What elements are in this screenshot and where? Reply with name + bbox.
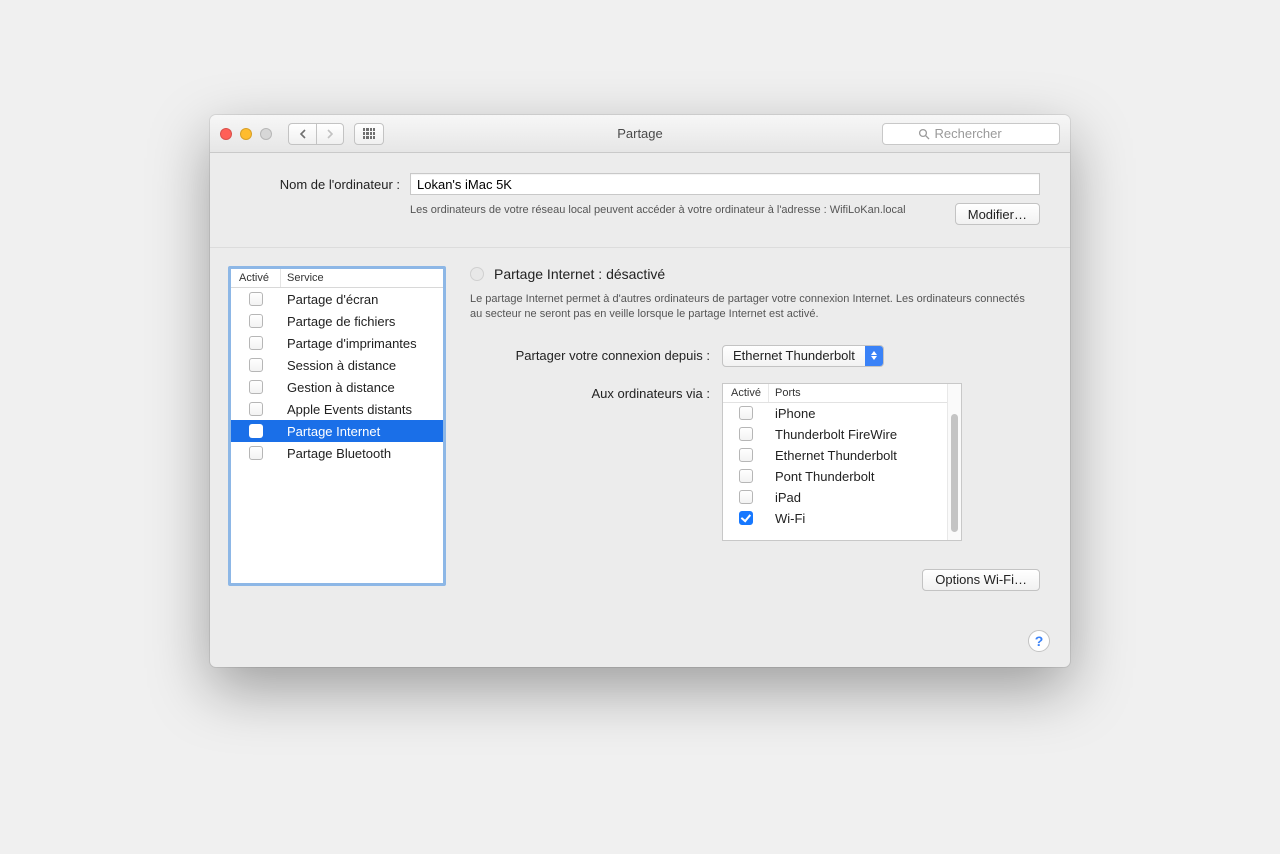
forward-button[interactable] (316, 123, 344, 145)
port-label: Wi-Fi (769, 511, 947, 526)
services-header-active: Activé (231, 269, 281, 287)
search-icon (918, 128, 930, 140)
ports-header: Activé Ports (723, 384, 947, 403)
port-label: iPhone (769, 406, 947, 421)
service-label: Apple Events distants (281, 402, 443, 417)
grid-icon (363, 128, 375, 140)
services-header: Activé Service (231, 269, 443, 288)
to-computers-label: Aux ordinateurs via : (470, 383, 710, 401)
status-title: Partage Internet : désactivé (494, 266, 665, 282)
port-row[interactable]: Thunderbolt FireWire (723, 424, 947, 445)
share-from-value: Ethernet Thunderbolt (723, 346, 865, 366)
computer-name-desc-row: Les ordinateurs de votre réseau local pe… (240, 203, 1040, 225)
window-controls (220, 128, 272, 140)
services-header-service: Service (281, 269, 443, 287)
service-row[interactable]: Session à distance (231, 354, 443, 376)
service-checkbox[interactable] (249, 358, 263, 372)
service-checkbox[interactable] (249, 402, 263, 416)
search-input[interactable] (935, 126, 1025, 141)
status-line: Partage Internet : désactivé (470, 266, 1040, 282)
close-window-button[interactable] (220, 128, 232, 140)
service-label: Partage d'imprimantes (281, 336, 443, 351)
port-row[interactable]: Wi-Fi (723, 508, 947, 529)
help-button[interactable]: ? (1028, 630, 1050, 652)
service-checkbox[interactable] (249, 292, 263, 306)
service-label: Partage de fichiers (281, 314, 443, 329)
edit-button[interactable]: Modifier… (955, 203, 1040, 225)
port-row[interactable]: iPhone (723, 403, 947, 424)
detail-panel: Partage Internet : désactivé Le partage … (470, 266, 1040, 591)
help-icon: ? (1035, 633, 1044, 649)
chevron-up-down-icon (865, 346, 883, 366)
search-field[interactable] (882, 123, 1060, 145)
service-label: Partage Bluetooth (281, 446, 443, 461)
share-from-row: Partager votre connexion depuis : Ethern… (470, 345, 1040, 367)
content: Nom de l'ordinateur : Les ordinateurs de… (210, 153, 1070, 615)
computer-name-row: Nom de l'ordinateur : (240, 173, 1040, 195)
service-row[interactable]: Partage de fichiers (231, 310, 443, 332)
service-row[interactable]: Gestion à distance (231, 376, 443, 398)
service-row[interactable]: Partage d'écran (231, 288, 443, 310)
lower-section: Activé Service Partage d'écran Partage de… (210, 247, 1070, 615)
toolbar: Partage (210, 115, 1070, 153)
computer-name-desc: Les ordinateurs de votre réseau local pe… (410, 203, 945, 218)
ports-header-ports: Ports (769, 384, 947, 402)
footer: ? (210, 615, 1070, 667)
ports-table[interactable]: Activé Ports iPhone Thunderbolt FireWire E… (722, 383, 962, 541)
status-indicator-icon (470, 267, 484, 281)
port-row[interactable]: iPad (723, 487, 947, 508)
service-checkbox[interactable] (249, 424, 263, 438)
preferences-window: Partage Nom de l'ordinateur : Les ordina… (210, 115, 1070, 667)
service-checkbox[interactable] (249, 446, 263, 460)
service-row[interactable]: Apple Events distants (231, 398, 443, 420)
to-computers-row: Aux ordinateurs via : Activé Ports iPhon… (470, 383, 1040, 541)
service-label: Partage Internet (281, 424, 443, 439)
port-checkbox[interactable] (739, 427, 753, 441)
service-label: Gestion à distance (281, 380, 443, 395)
show-all-button[interactable] (354, 123, 384, 145)
port-label: Ethernet Thunderbolt (769, 448, 947, 463)
port-label: Pont Thunderbolt (769, 469, 947, 484)
minimize-window-button[interactable] (240, 128, 252, 140)
services-table[interactable]: Activé Service Partage d'écran Partage de… (228, 266, 446, 586)
port-checkbox[interactable] (739, 511, 753, 525)
share-from-select[interactable]: Ethernet Thunderbolt (722, 345, 884, 367)
nav-back-forward (288, 123, 344, 145)
service-checkbox[interactable] (249, 314, 263, 328)
share-from-label: Partager votre connexion depuis : (470, 345, 710, 363)
scrollbar[interactable] (947, 384, 961, 540)
port-label: iPad (769, 490, 947, 505)
service-row[interactable]: Partage Bluetooth (231, 442, 443, 464)
port-label: Thunderbolt FireWire (769, 427, 947, 442)
computer-name-input[interactable] (410, 173, 1040, 195)
service-label: Partage d'écran (281, 292, 443, 307)
zoom-window-button[interactable] (260, 128, 272, 140)
service-row[interactable]: Partage Internet (231, 420, 443, 442)
service-checkbox[interactable] (249, 380, 263, 394)
port-checkbox[interactable] (739, 448, 753, 462)
service-checkbox[interactable] (249, 336, 263, 350)
service-label: Session à distance (281, 358, 443, 373)
ports-header-active: Activé (723, 384, 769, 402)
port-row[interactable]: Pont Thunderbolt (723, 466, 947, 487)
port-checkbox[interactable] (739, 490, 753, 504)
wifi-options-button[interactable]: Options Wi-Fi… (922, 569, 1040, 591)
computer-name-label: Nom de l'ordinateur : (240, 177, 400, 192)
port-checkbox[interactable] (739, 469, 753, 483)
service-row[interactable]: Partage d'imprimantes (231, 332, 443, 354)
back-button[interactable] (288, 123, 316, 145)
port-checkbox[interactable] (739, 406, 753, 420)
port-row[interactable]: Ethernet Thunderbolt (723, 445, 947, 466)
detail-description: Le partage Internet permet à d'autres or… (470, 292, 1040, 323)
